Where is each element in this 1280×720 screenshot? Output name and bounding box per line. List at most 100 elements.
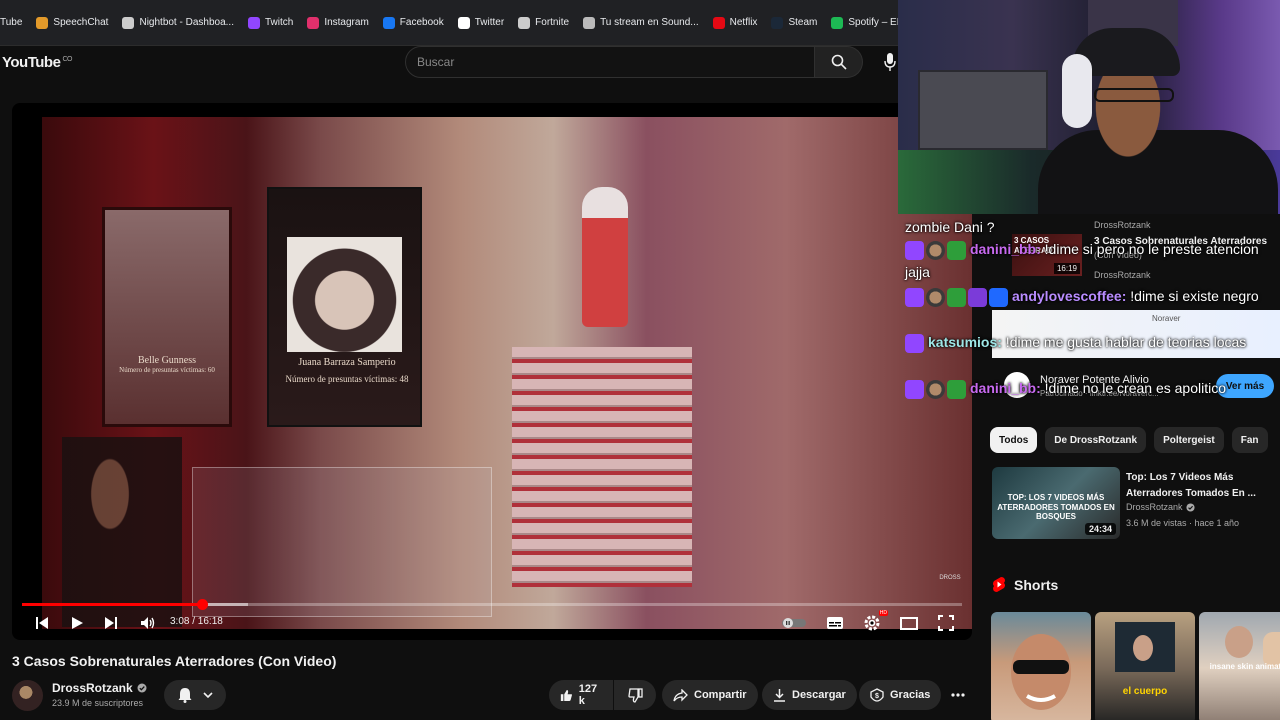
recommended-channel-row[interactable]: DrossRotzank (1126, 502, 1195, 512)
chat-text: !dime no le crean es apolitico (1040, 380, 1226, 396)
bookmark-favicon-icon (247, 16, 260, 29)
subscriber-count: 23.9 M de suscriptores (52, 698, 144, 708)
bookmark-item[interactable]: Netflix (712, 11, 758, 35)
gear-icon (864, 615, 880, 631)
chat-badge-icon (926, 379, 945, 399)
poster1-caption: Belle Gunness Número de presuntas víctim… (110, 355, 224, 374)
shorts-shelf: el cuerpo insane skin animatio (991, 612, 1280, 720)
bookmark-item[interactable]: SpeechChat (36, 11, 108, 35)
settings-button[interactable]: HD (860, 610, 888, 636)
recommended-meta: 3.6 M de vistas · hace 1 año (1126, 518, 1240, 528)
bookmark-item[interactable]: Tu stream en Sound... (583, 11, 699, 35)
video-player[interactable]: Belle Gunness Número de presuntas víctim… (12, 103, 972, 640)
subtitles-icon (827, 617, 843, 629)
search-button[interactable] (815, 46, 863, 78)
bookmark-item[interactable]: Twitch (247, 11, 293, 35)
share-button[interactable]: Compartir (662, 680, 758, 710)
theater-mode-button[interactable] (897, 610, 921, 636)
search-input[interactable]: Buscar (405, 46, 815, 78)
progress-bar[interactable] (22, 599, 962, 610)
chat-badge-icon (989, 287, 1008, 307)
bookmark-item[interactable]: Nightbot - Dashboa... (122, 11, 234, 35)
microphone-icon[interactable] (882, 52, 898, 72)
country-code: CO (62, 56, 72, 63)
subtitles-button[interactable] (823, 610, 847, 636)
filter-chips: Todos De DrossRotzank Poltergeist Fan (990, 427, 1268, 453)
bookmark-favicon-icon (771, 16, 784, 29)
filter-chip[interactable]: Todos (990, 427, 1038, 453)
thanks-button[interactable]: $ Gracias (859, 680, 942, 710)
next-button[interactable] (99, 610, 123, 636)
autoplay-toggle[interactable] (780, 610, 808, 636)
youtube-header: YouTube CO Buscar (0, 46, 898, 102)
mannequin-figure (62, 437, 182, 627)
thanks-label: Gracias (890, 689, 931, 701)
chat-username: danini_bb: (970, 380, 1041, 396)
bookmark-favicon-icon (36, 16, 49, 29)
recommended-thumb-text: TOP: LOS 7 VIDEOS MÁS ATERRADORES TOMADO… (997, 493, 1115, 522)
chat-message: danini_bb: !dime si pero no le preste at… (905, 238, 1275, 284)
bookmark-item[interactable]: Steam (771, 11, 817, 35)
bookmark-label: Facebook (399, 17, 444, 28)
like-count: 127 k (578, 683, 598, 707)
channel-name[interactable]: DrossRotzank (52, 681, 133, 695)
like-button[interactable]: 127 k (549, 680, 613, 710)
bell-icon (178, 688, 192, 703)
subscribed-bell-button[interactable] (164, 680, 226, 710)
video-title: 3 Casos Sobrenaturales Aterradores (Con … (12, 653, 337, 669)
super-thanks-icon: $ (870, 688, 884, 702)
more-horizontal-icon (951, 693, 965, 697)
thumbs-down-icon (627, 687, 643, 703)
channel-avatar[interactable] (12, 680, 43, 711)
channel-name-row[interactable]: DrossRotzank (52, 681, 147, 695)
bookmark-label: Twitter (474, 17, 505, 28)
bookmarks-bar: Tube SpeechChat Nightbot - Dashboa... Twitc… (0, 0, 898, 46)
chat-badge-icon (947, 379, 966, 399)
headphones (1062, 54, 1092, 128)
recommended-title[interactable]: Top: Los 7 Videos Más Aterradores Tomado… (1126, 470, 1276, 502)
bookmark-label: Netflix (729, 17, 758, 28)
download-label: Descargar (792, 689, 846, 701)
short-card[interactable] (991, 612, 1091, 720)
chat-badge-icon (926, 240, 945, 260)
play-button[interactable] (65, 610, 89, 636)
youtube-logo[interactable]: YouTube CO (2, 54, 72, 71)
bookmark-item[interactable]: Facebook (382, 11, 444, 35)
more-actions-button[interactable] (942, 680, 974, 710)
volume-button[interactable] (136, 610, 160, 636)
bookmark-item[interactable]: Instagram (307, 11, 369, 35)
bookmark-item[interactable]: Fortnite (518, 11, 569, 35)
logo-text: YouTube (2, 54, 61, 71)
recommended-video[interactable]: TOP: LOS 7 VIDEOS MÁS ATERRADORES TOMADO… (990, 467, 1280, 541)
chat-badges (905, 240, 966, 260)
filter-chip[interactable]: Poltergeist (1154, 427, 1224, 453)
bookmark-item[interactable]: Tube (0, 11, 22, 35)
bookmark-favicon-icon (583, 16, 596, 29)
poster1-name: Belle Gunness (137, 355, 197, 366)
bookmark-favicon-icon (712, 16, 725, 29)
short-caption: el cuerpo (1122, 686, 1168, 697)
chat-badge-icon (905, 240, 924, 260)
download-icon (774, 689, 785, 702)
theater-mode-icon (900, 616, 918, 630)
search-placeholder: Buscar (417, 55, 455, 69)
short-card[interactable]: insane skin animatio (1199, 612, 1280, 720)
chat-username: danini_bb: (970, 241, 1041, 257)
bookmark-item[interactable]: Spotify – EMUSIC (831, 11, 898, 35)
fullscreen-button[interactable] (934, 610, 958, 636)
recommended-duration: 24:34 (1084, 523, 1116, 535)
poster2-portrait (287, 237, 402, 352)
download-button[interactable]: Descargar (762, 680, 857, 710)
chat-badge-icon (905, 333, 924, 353)
dislike-button[interactable] (614, 680, 656, 710)
thumbs-up-icon (560, 689, 572, 701)
bookmark-item[interactable]: Twitter (457, 11, 505, 35)
filter-chip[interactable]: De DrossRotzank (1045, 427, 1147, 453)
chat-badges (905, 333, 924, 353)
bookmark-favicon-icon (307, 16, 320, 29)
short-card[interactable]: el cuerpo (1095, 612, 1195, 720)
chat-message: danini_bb: !dime no le crean es apolitic… (905, 377, 1275, 400)
recommended-thumbnail[interactable]: TOP: LOS 7 VIDEOS MÁS ATERRADORES TOMADO… (992, 467, 1120, 539)
filter-chip[interactable]: Fan (1231, 427, 1268, 453)
previous-button[interactable] (30, 610, 54, 636)
